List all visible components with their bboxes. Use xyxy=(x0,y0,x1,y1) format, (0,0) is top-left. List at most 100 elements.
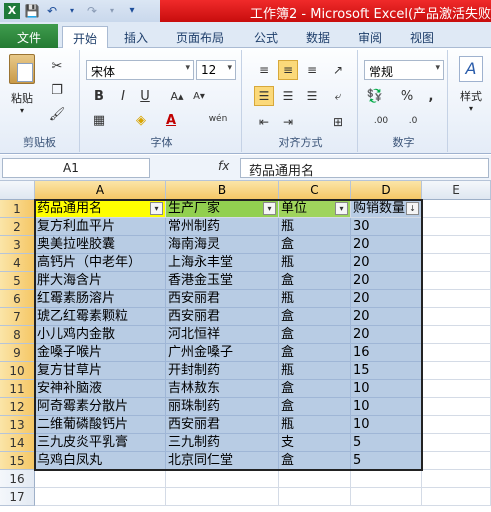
empty-cell[interactable] xyxy=(351,470,422,488)
table-cell-b[interactable]: 吉林敖东 xyxy=(166,380,279,398)
save-icon[interactable]: 💾 xyxy=(24,3,40,19)
decrease-font-icon[interactable]: A▾ xyxy=(190,88,208,106)
cut-icon[interactable]: ✂ xyxy=(48,58,66,76)
table-cell-c[interactable]: 瓶 xyxy=(279,290,351,308)
table-cell-a[interactable]: 琥乙红霉素颗粒 xyxy=(35,308,166,326)
empty-cell[interactable] xyxy=(422,434,491,452)
dropdown-icon[interactable]: ▾ xyxy=(104,3,120,19)
empty-cell[interactable] xyxy=(35,488,166,506)
table-cell-a[interactable]: 红霉素肠溶片 xyxy=(35,290,166,308)
table-cell-a[interactable]: 金嗓子喉片 xyxy=(35,344,166,362)
fill-color-icon[interactable]: ◈ xyxy=(132,112,150,130)
row-header-16[interactable]: 16 xyxy=(0,470,35,488)
empty-cell[interactable] xyxy=(422,488,491,506)
row-header-13[interactable]: 13 xyxy=(0,416,35,434)
empty-cell[interactable] xyxy=(166,488,279,506)
table-cell-d[interactable]: 20 xyxy=(351,272,422,290)
table-cell-c[interactable]: 瓶 xyxy=(279,362,351,380)
tab-home[interactable]: 开始 xyxy=(62,26,109,49)
table-cell-d[interactable]: 20 xyxy=(351,236,422,254)
empty-cell[interactable] xyxy=(422,290,491,308)
empty-cell[interactable] xyxy=(279,488,351,506)
table-cell-d[interactable]: 5 xyxy=(351,452,422,470)
empty-cell[interactable] xyxy=(422,452,491,470)
table-cell-b[interactable]: 海南海灵 xyxy=(166,236,279,254)
borders-icon[interactable]: ▦ xyxy=(90,112,108,130)
table-cell-c[interactable]: 盒 xyxy=(279,308,351,326)
table-cell-b[interactable]: 上海永丰堂 xyxy=(166,254,279,272)
table-cell-c[interactable]: 瓶 xyxy=(279,218,351,236)
table-cell-d[interactable]: 20 xyxy=(351,308,422,326)
empty-cell[interactable] xyxy=(422,272,491,290)
filter-dropdown-icon[interactable]: ▾ xyxy=(335,202,348,215)
empty-cell[interactable] xyxy=(422,398,491,416)
table-cell-a[interactable]: 复方利血平片 xyxy=(35,218,166,236)
tab-insert[interactable]: 插入 xyxy=(114,26,158,48)
sort-filter-icon[interactable]: ↓ xyxy=(406,202,419,215)
table-cell-b[interactable]: 西安丽君 xyxy=(166,416,279,434)
row-header-9[interactable]: 9 xyxy=(0,344,35,362)
format-painter-icon[interactable]: 🖌 xyxy=(48,106,66,124)
table-cell-a[interactable]: 阿奇霉素分散片 xyxy=(35,398,166,416)
empty-cell[interactable] xyxy=(422,470,491,488)
styles-button[interactable]: A 样式 ▾ xyxy=(454,56,488,113)
filter-dropdown-icon[interactable]: ▾ xyxy=(263,202,276,215)
empty-cell[interactable] xyxy=(279,470,351,488)
table-cell-c[interactable]: 瓶 xyxy=(279,416,351,434)
comma-button[interactable]: , xyxy=(422,88,440,106)
empty-cell[interactable] xyxy=(422,362,491,380)
empty-cell[interactable] xyxy=(35,470,166,488)
table-cell-a[interactable]: 小儿鸡内金散 xyxy=(35,326,166,344)
column-header-c[interactable]: C xyxy=(279,181,351,200)
formula-input[interactable]: 药品通用名 xyxy=(240,158,489,179)
column-header-e[interactable]: E xyxy=(422,181,491,200)
row-header-11[interactable]: 11 xyxy=(0,380,35,398)
table-cell-a[interactable]: 乌鸡白凤丸 xyxy=(35,452,166,470)
table-cell-b[interactable]: 河北恒祥 xyxy=(166,326,279,344)
bold-button[interactable]: B xyxy=(90,88,108,106)
row-header-12[interactable]: 12 xyxy=(0,398,35,416)
table-cell-a[interactable]: 高钙片（中老年） xyxy=(35,254,166,272)
table-header-cell[interactable]: 药品通用名 ▾ xyxy=(35,200,166,218)
empty-cell[interactable] xyxy=(422,416,491,434)
row-header-4[interactable]: 4 xyxy=(0,254,35,272)
wrap-text-icon[interactable]: ⤶ xyxy=(328,86,348,106)
table-cell-a[interactable]: 三九皮炎平乳膏 xyxy=(35,434,166,452)
decrease-indent-icon[interactable]: ⇤ xyxy=(254,112,274,132)
row-header-1[interactable]: 1 xyxy=(0,200,35,218)
table-cell-b[interactable]: 西安丽君 xyxy=(166,308,279,326)
table-cell-a[interactable]: 二维葡磷酸钙片 xyxy=(35,416,166,434)
currency-icon[interactable]: 💱 xyxy=(366,88,384,106)
table-cell-b[interactable]: 三九制药 xyxy=(166,434,279,452)
empty-cell[interactable] xyxy=(422,254,491,272)
table-cell-c[interactable]: 盒 xyxy=(279,236,351,254)
row-header-14[interactable]: 14 xyxy=(0,434,35,452)
align-right-icon[interactable]: ☰ xyxy=(302,86,322,106)
tab-view[interactable]: 视图 xyxy=(400,26,444,48)
row-header-10[interactable]: 10 xyxy=(0,362,35,380)
align-middle-icon[interactable]: ≡ xyxy=(278,60,298,80)
table-cell-d[interactable]: 20 xyxy=(351,326,422,344)
row-header-2[interactable]: 2 xyxy=(0,218,35,236)
empty-cell[interactable] xyxy=(422,236,491,254)
table-cell-c[interactable]: 盒 xyxy=(279,344,351,362)
empty-cell[interactable] xyxy=(422,326,491,344)
percent-button[interactable]: % xyxy=(398,88,416,106)
increase-font-icon[interactable]: A▴ xyxy=(168,88,186,106)
empty-cell[interactable] xyxy=(422,344,491,362)
table-cell-d[interactable]: 5 xyxy=(351,434,422,452)
table-cell-c[interactable]: 盒 xyxy=(279,272,351,290)
table-cell-d[interactable]: 16 xyxy=(351,344,422,362)
empty-cell[interactable] xyxy=(351,488,422,506)
number-format-select[interactable]: 常规 ▾ xyxy=(364,60,444,80)
empty-cell[interactable] xyxy=(422,380,491,398)
table-cell-c[interactable]: 盒 xyxy=(279,380,351,398)
align-center-icon[interactable]: ☰ xyxy=(278,86,298,106)
table-cell-b[interactable]: 西安丽君 xyxy=(166,290,279,308)
orientation-icon[interactable]: ↗ xyxy=(328,60,348,80)
table-cell-d[interactable]: 15 xyxy=(351,362,422,380)
empty-cell[interactable] xyxy=(422,218,491,236)
insert-function-button[interactable]: fx xyxy=(218,159,229,173)
increase-indent-icon[interactable]: ⇥ xyxy=(278,112,298,132)
name-box[interactable]: A1 xyxy=(2,158,150,178)
